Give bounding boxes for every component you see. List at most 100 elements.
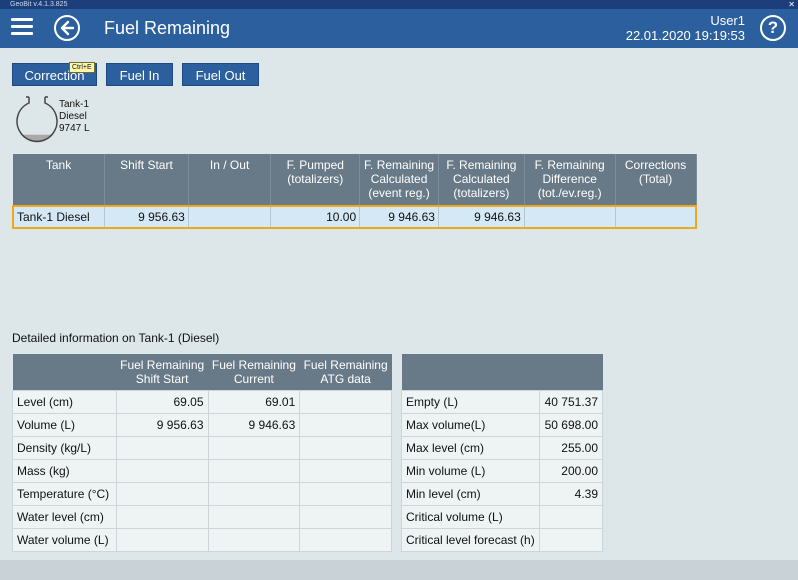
footer-bar [0, 560, 798, 580]
column-header: Fuel Remaining ATG data [299, 354, 392, 390]
table-cell: 9 946.63 [437, 205, 525, 229]
row-label: Water level (cm) [12, 504, 117, 529]
table-row: Level (cm) 69.05 69.01 [12, 389, 392, 414]
table-row: Max level (cm) 255.00 [400, 435, 603, 460]
column-header[interactable]: F. Pumped (totalizers) [270, 154, 361, 206]
table-cell [299, 389, 392, 414]
tank-flask-icon [16, 96, 58, 143]
row-label: Max level (cm) [400, 435, 541, 460]
column-header[interactable]: F. Remaining Calculated (totalizers) [438, 154, 525, 206]
table-cell: 4.39 [539, 481, 603, 506]
hamburger-menu-icon[interactable] [11, 18, 33, 36]
table-cell [299, 481, 392, 506]
column-header[interactable]: Corrections (Total) [615, 154, 697, 206]
row-label: Min volume (L) [400, 458, 541, 483]
tank-label: Tank-1 Diesel 9747 L [59, 99, 90, 135]
table-cell [299, 504, 392, 529]
table-row: Max volume(L) 50 698.00 [400, 412, 603, 437]
table-cell: 255.00 [539, 435, 603, 460]
table-row: Critical level forecast (h) [400, 527, 603, 552]
row-label: Max volume(L) [400, 412, 541, 437]
table-cell: 9 956.63 [115, 412, 209, 437]
tank-specs-header [401, 354, 603, 390]
table-cell [299, 435, 392, 460]
table-cell: 50 698.00 [539, 412, 603, 437]
table-cell [187, 205, 272, 229]
table-row: Mass (kg) [12, 458, 392, 483]
fuel-in-button[interactable]: Fuel In [106, 63, 173, 86]
page-title: Fuel Remaining [104, 18, 231, 38]
tank-detail-table: Fuel Remaining Shift Start Fuel Remaining… [12, 354, 392, 552]
table-cell [299, 527, 392, 552]
table-row: Min level (cm) 4.39 [400, 481, 603, 506]
row-label: Critical volume (L) [400, 504, 541, 529]
table-cell [115, 458, 209, 483]
table-cell [115, 527, 209, 552]
table-cell [523, 205, 616, 229]
table-row: Density (kg/L) [12, 435, 392, 460]
window-title: GeoBit v.4.1.3.825 [10, 1, 68, 8]
table-cell [207, 504, 301, 529]
table-cell [115, 435, 209, 460]
row-label: Water volume (L) [12, 527, 117, 552]
table-cell: 9 946.63 [359, 205, 439, 229]
row-label: Min level (cm) [400, 481, 541, 506]
column-header: Fuel Remaining Shift Start [116, 354, 209, 390]
table-cell: 10.00 [270, 205, 361, 229]
row-label: Critical level forecast (h) [400, 527, 541, 552]
table-cell [539, 504, 603, 529]
row-label: Level (cm) [12, 389, 117, 414]
table-row: Critical volume (L) [400, 504, 603, 529]
fuel-remaining-table: Tank Shift Start In / Out F. Pumped (totali… [12, 154, 697, 229]
column-header [12, 354, 117, 390]
shortcut-tooltip: Ctrl+E [69, 62, 95, 73]
row-label: Temperature (°C) [12, 481, 117, 506]
detail-section-title: Detailed information on Tank-1 (Diesel) [12, 331, 220, 345]
table-row: Min volume (L) 200.00 [400, 458, 603, 483]
row-label: Density (kg/L) [12, 435, 117, 460]
window-titlebar: GeoBit v.4.1.3.825 ✕ [0, 0, 798, 9]
row-label: Mass (kg) [12, 458, 117, 483]
tank-volume: 9747 L [59, 123, 90, 134]
table-cell [207, 527, 301, 552]
table-cell [115, 504, 209, 529]
user-name: User1 [710, 13, 745, 28]
tank-fuel-type: Diesel [59, 111, 87, 122]
table-cell [207, 435, 301, 460]
table-cell: Tank-1 Diesel [12, 205, 106, 229]
tank-specs-table: Empty (L) 40 751.37 Max volume(L) 50 698.00… [400, 354, 603, 552]
column-header[interactable]: F. Remaining Calculated (event reg.) [359, 154, 439, 206]
table-row: Empty (L) 40 751.37 [400, 389, 603, 414]
row-label: Volume (L) [12, 412, 117, 437]
table-cell: 200.00 [539, 458, 603, 483]
table-row: Water volume (L) [12, 527, 392, 552]
column-header[interactable]: Tank [13, 154, 106, 206]
table-cell [539, 527, 603, 552]
column-header[interactable]: In / Out [188, 154, 272, 206]
table-cell [207, 481, 301, 506]
back-arrow-icon[interactable] [54, 15, 80, 41]
table-row[interactable]: Tank-1 Diesel 9 956.63 10.00 9 946.63 9 946.… [12, 205, 697, 229]
table-cell: 69.01 [207, 389, 301, 414]
table-cell [299, 412, 392, 437]
column-header: Fuel Remaining Current [208, 354, 300, 390]
fuel-out-button[interactable]: Fuel Out [182, 63, 259, 86]
table-cell: 40 751.37 [539, 389, 603, 414]
table-cell: 69.05 [115, 389, 209, 414]
table-cell [207, 458, 301, 483]
table-cell [614, 205, 697, 229]
column-header[interactable]: Shift Start [104, 154, 189, 206]
table-cell: 9 946.63 [207, 412, 301, 437]
tank-name: Tank-1 [59, 99, 90, 110]
table-cell: 9 956.63 [104, 205, 189, 229]
table-row: Water level (cm) [12, 504, 392, 529]
help-icon[interactable]: ? [760, 15, 786, 41]
window-close-icon[interactable]: ✕ [788, 0, 795, 9]
table-row: Volume (L) 9 956.63 9 946.63 [12, 412, 392, 437]
column-header[interactable]: F. Remaining Difference (tot./ev.reg.) [524, 154, 616, 206]
table-cell [299, 458, 392, 483]
table-row: Temperature (°C) [12, 481, 392, 506]
app-header: Fuel Remaining User1 22.01.2020 19:19:53… [0, 9, 798, 48]
table-cell [115, 481, 209, 506]
current-datetime: 22.01.2020 19:19:53 [625, 28, 745, 43]
